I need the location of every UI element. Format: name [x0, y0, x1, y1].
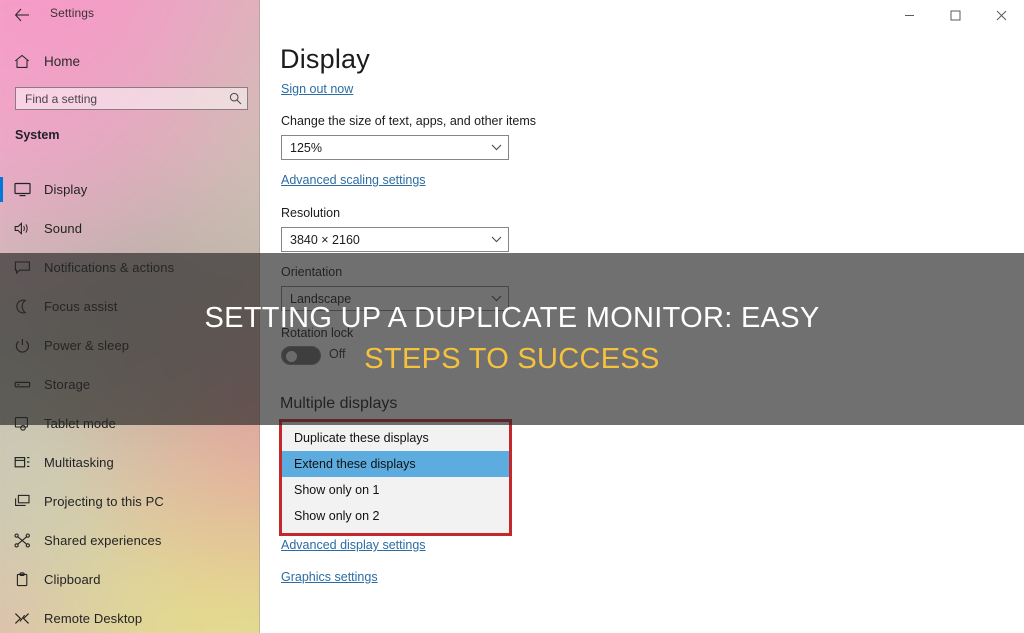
- sidebar-item-remote-desktop[interactable]: Remote Desktop: [0, 599, 260, 633]
- dropdown-option-label: Extend these displays: [294, 457, 416, 471]
- home-label: Home: [44, 53, 81, 69]
- advanced-display-settings-link[interactable]: Advanced display settings: [281, 538, 426, 552]
- sign-out-link[interactable]: Sign out now: [281, 82, 353, 96]
- search-input[interactable]: Find a setting: [15, 87, 248, 110]
- dropdown-option-label: Show only on 2: [294, 509, 380, 523]
- window-title: Settings: [50, 6, 95, 20]
- graphics-settings-link[interactable]: Graphics settings: [281, 570, 378, 584]
- chevron-down-icon: [484, 144, 508, 151]
- back-arrow-icon[interactable]: [10, 3, 34, 27]
- dropdown-option-show-only-2[interactable]: Show only on 2: [282, 503, 509, 529]
- sidebar-item-label: Projecting to this PC: [44, 494, 164, 509]
- scale-label: Change the size of text, apps, and other…: [281, 114, 537, 128]
- search-icon: [223, 92, 247, 105]
- resolution-value: 3840 × 2160: [290, 232, 360, 247]
- share-icon: [0, 533, 44, 548]
- sidebar-item-multitasking[interactable]: Multitasking: [0, 443, 260, 482]
- multiple-displays-dropdown-list: Duplicate these displays Extend these di…: [279, 419, 512, 536]
- sidebar-item-label: Clipboard: [44, 572, 101, 587]
- clipboard-icon: [0, 572, 44, 587]
- close-button[interactable]: [978, 0, 1024, 30]
- maximize-button[interactable]: [932, 0, 978, 30]
- dropdown-option-duplicate[interactable]: Duplicate these displays: [282, 425, 509, 451]
- multitasking-icon: [0, 455, 44, 470]
- sidebar-item-shared-experiences[interactable]: Shared experiences: [0, 521, 260, 560]
- sidebar-item-label: Multitasking: [44, 455, 114, 470]
- window-controls: [886, 0, 1024, 30]
- resolution-label: Resolution: [281, 206, 341, 220]
- home-icon: [0, 54, 44, 69]
- sidebar-item-label: Remote Desktop: [44, 611, 143, 626]
- page-title: Display: [280, 44, 370, 74]
- remote-desktop-icon: [0, 611, 44, 626]
- banner-line-1: SETTING UP A DUPLICATE MONITOR: EASY: [204, 301, 820, 334]
- sidebar-titlebar: Settings: [0, 0, 260, 30]
- sidebar-item-display[interactable]: Display: [0, 170, 260, 209]
- scale-dropdown[interactable]: 125%: [281, 135, 509, 160]
- dropdown-option-label: Duplicate these displays: [294, 431, 429, 445]
- selection-indicator: [0, 177, 3, 202]
- dropdown-inner: Duplicate these displays Extend these di…: [282, 422, 509, 533]
- banner-line-2: STEPS TO SUCCESS: [364, 343, 660, 375]
- scale-value: 125%: [290, 140, 322, 155]
- advanced-scaling-link[interactable]: Advanced scaling settings: [281, 173, 426, 187]
- sidebar-item-home[interactable]: Home: [0, 47, 260, 75]
- dropdown-option-show-only-1[interactable]: Show only on 1: [282, 477, 509, 503]
- sidebar-item-label: Shared experiences: [44, 533, 162, 548]
- project-icon: [0, 494, 44, 509]
- sidebar-item-label: Sound: [44, 221, 83, 236]
- speaker-icon: [0, 221, 44, 236]
- minimize-button[interactable]: [886, 0, 932, 30]
- chevron-down-icon: [484, 236, 508, 243]
- monitor-icon: [0, 182, 44, 197]
- banner-overlay-text: SETTING UP A DUPLICATE MONITOR: EASY STE…: [0, 253, 1024, 425]
- resolution-dropdown[interactable]: 3840 × 2160: [281, 227, 509, 252]
- sidebar-item-projecting[interactable]: Projecting to this PC: [0, 482, 260, 521]
- sidebar-item-clipboard[interactable]: Clipboard: [0, 560, 260, 599]
- dropdown-option-extend[interactable]: Extend these displays: [282, 451, 509, 477]
- sidebar-item-label: Display: [44, 182, 88, 197]
- settings-window: Settings Home Find a setting System Disp…: [0, 0, 1024, 633]
- sidebar-item-sound[interactable]: Sound: [0, 209, 260, 248]
- dropdown-option-label: Show only on 1: [294, 483, 380, 497]
- sidebar-group-label: System: [15, 128, 60, 142]
- search-placeholder: Find a setting: [25, 91, 98, 106]
